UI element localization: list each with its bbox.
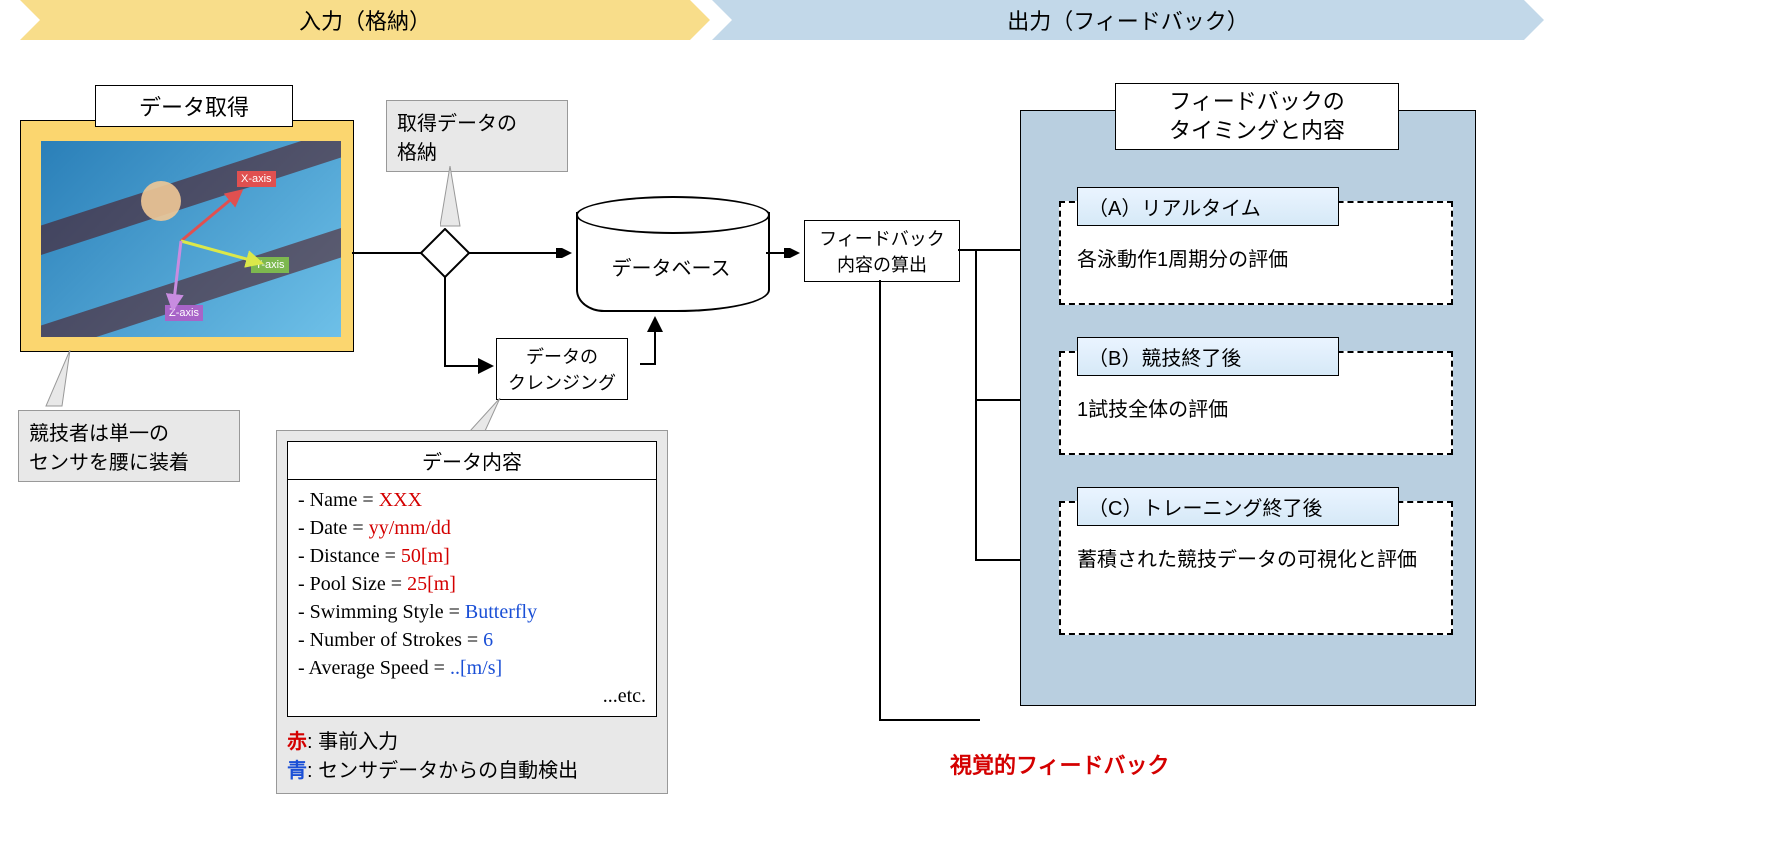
data-content-body: - Name = XXX - Date = yy/mm/dd - Distanc… (288, 480, 656, 716)
sensor-note-l2: センサを腰に装着 (29, 446, 229, 475)
feedback-panel: フィードバックの タイミングと内容 （A）リアルタイム 各泳動作1周期分の評価 … (1020, 110, 1476, 706)
arrow-clean-db-icon (640, 310, 670, 370)
database-cylinder: データベース (576, 196, 766, 316)
axis-arrows-icon (161, 191, 301, 321)
feedback-box-a-body: 各泳動作1周期分の評価 (1061, 233, 1451, 282)
arrow-dec-clean-icon (440, 276, 500, 376)
feedback-panel-title: フィードバックの タイミングと内容 (1115, 83, 1399, 150)
data-row: - Name = XXX (298, 486, 646, 514)
feedback-box-a: （A）リアルタイム 各泳動作1周期分の評価 (1059, 201, 1453, 305)
feedback-box-b-tab: （B）競技終了後 (1077, 337, 1339, 376)
data-row: - Number of Strokes = 6 (298, 626, 646, 654)
feedback-calc-l2: 内容の算出 (837, 251, 927, 277)
acquisition-title: データ取得 (95, 85, 293, 127)
visual-fb-pointer-icon (870, 280, 990, 740)
feedback-box-b: （B）競技終了後 1試技全体の評価 (1059, 351, 1453, 455)
data-content-panel: データ内容 - Name = XXX - Date = yy/mm/dd - D… (276, 430, 668, 794)
storage-note-l1: 取得データの (397, 107, 557, 136)
storage-note: 取得データの 格納 (386, 100, 568, 172)
acquisition-panel: データ取得 X-axis Y-axis Z-axis (20, 120, 354, 352)
output-header: 出力（フィードバック） (712, 0, 1544, 40)
data-etc: ...etc. (298, 682, 646, 710)
feedback-box-a-tab: （A）リアルタイム (1077, 187, 1339, 226)
storage-pointer-icon (440, 166, 480, 236)
swimmer-image: X-axis Y-axis Z-axis (37, 137, 345, 341)
data-row: - Pool Size = 25[m] (298, 570, 646, 598)
feedback-box-b-body: 1試技全体の評価 (1061, 383, 1451, 432)
feedback-box-c-body: 蓄積された競技データの可視化と評価 (1061, 533, 1451, 582)
feedback-box-c: （C）トレーニング終了後 蓄積された競技データの可視化と評価 (1059, 501, 1453, 635)
x-axis-tag: X-axis (237, 171, 276, 187)
output-header-label: 出力（フィードバック） (1007, 4, 1249, 36)
sensor-note: 競技者は単一の センサを腰に装着 (18, 410, 240, 482)
feedback-box-c-tab: （C）トレーニング終了後 (1077, 487, 1399, 526)
feedback-calc-l1: フィードバック (819, 225, 945, 251)
arrow-acq-decision-icon (352, 248, 424, 258)
data-row: - Average Speed = ..[m/s] (298, 654, 646, 682)
data-row: - Date = yy/mm/dd (298, 514, 646, 542)
feedback-calc-box: フィードバック 内容の算出 (804, 220, 960, 282)
input-header-label: 入力（格納） (299, 4, 431, 36)
data-row: - Distance = 50[m] (298, 542, 646, 570)
input-header: 入力（格納） (20, 0, 710, 40)
decision-diamond-icon (420, 228, 470, 278)
cleansing-l1: データの (526, 343, 598, 369)
callout-pointer-icon (40, 350, 80, 410)
storage-note-l2: 格納 (397, 136, 557, 165)
database-label: データベース (576, 252, 766, 281)
arrow-db-fb-icon (766, 248, 806, 258)
arrow-dec-db-icon (468, 248, 578, 258)
cleansing-l2: クレンジング (508, 369, 616, 395)
data-row: - Swimming Style = Butterfly (298, 598, 646, 626)
sensor-note-l1: 競技者は単一の (29, 417, 229, 446)
cleansing-box: データの クレンジング (496, 338, 628, 400)
legend: 赤: 事前入力 青: センサデータからの自動検出 (287, 725, 657, 783)
data-content-title: データ内容 (288, 442, 656, 480)
data-content-table: データ内容 - Name = XXX - Date = yy/mm/dd - D… (287, 441, 657, 717)
visual-feedback-label: 視覚的フィードバック (950, 748, 1170, 780)
